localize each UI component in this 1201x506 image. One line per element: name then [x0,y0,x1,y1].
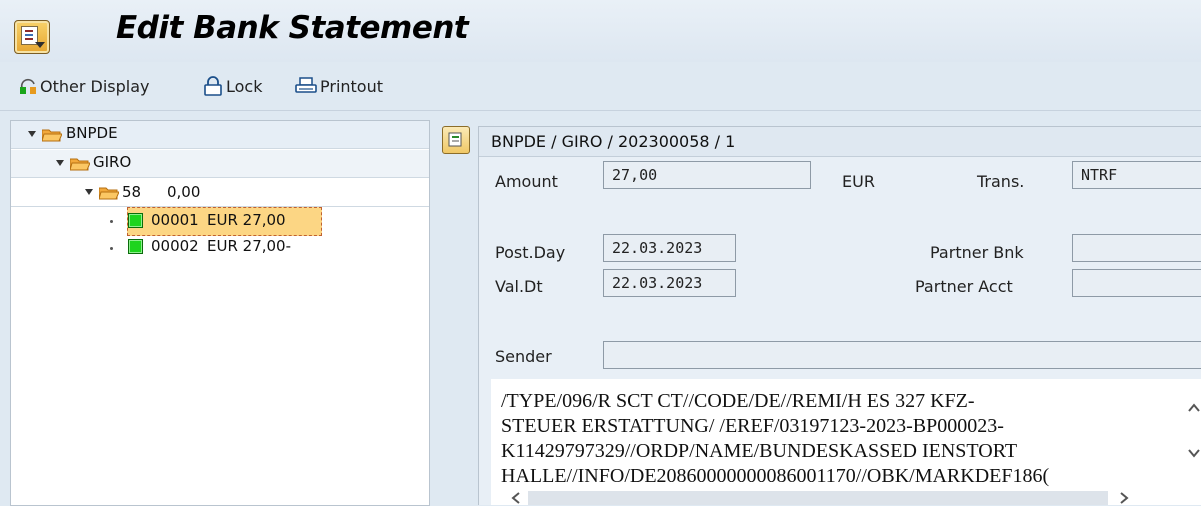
amount-field[interactable]: 27,00 [603,161,811,189]
toggle-tree-button[interactable] [442,126,470,154]
partner-bank-field[interactable] [1072,234,1201,262]
printer-icon [295,77,317,93]
valdt-field[interactable]: 22.03.2023 [603,269,736,297]
sender-label: Sender [495,347,552,366]
tree-item-id: 00001 [151,211,199,229]
folder-open-icon [70,158,90,171]
printout-label: Printout [320,76,384,96]
folder-open-icon [99,187,119,200]
status-green-icon [128,213,143,228]
sender-field[interactable] [603,341,1201,369]
tree-item-1[interactable]: 00001 EUR 27,00 [151,210,321,232]
note-text: /TYPE/096/R SCT CT//CODE/DE//REMI/H ES 3… [501,390,1050,487]
detail-header: BNPDE / GIRO / 202300058 / 1 [479,127,1201,157]
status-green-icon [128,239,143,254]
postday-field[interactable]: 22.03.2023 [603,234,736,262]
partner-bank-label: Partner Bnk [930,243,1024,262]
toolbar: Other Display Lock Printout [0,62,1201,111]
collapse-arrow-icon[interactable] [28,131,36,137]
statement-tree: BNPDE GIRO 58 0,00 00001 EUR 27,00 00002… [10,120,430,506]
lock-label: Lock [226,76,263,96]
collapse-arrow-icon[interactable] [85,189,93,195]
title-bar: Edit Bank Statement [0,0,1201,62]
partner-account-label: Partner Acct [915,277,1013,296]
scroll-left-icon[interactable] [509,491,523,505]
partner-account-field[interactable] [1072,269,1201,297]
tree-bank-label: BNPDE [66,124,118,142]
other-display-button[interactable]: Other Display [18,74,150,98]
tree-statement-number: 58 [122,183,142,201]
printout-button[interactable]: Printout [294,74,383,98]
switch-display-icon [20,78,36,94]
amount-label: Amount [495,172,558,191]
detail-header-text: BNPDE / GIRO / 202300058 / 1 [491,132,736,151]
folder-open-icon [42,129,62,142]
tree-account-label: GIRO [93,153,132,171]
detail-panel: BNPDE / GIRO / 202300058 / 1 Amount 27,0… [478,126,1201,505]
app-menu-icon[interactable] [14,20,50,54]
lock-button[interactable]: Lock [202,74,262,98]
currency-label: EUR [842,172,875,191]
trans-label: Trans. [977,172,1025,191]
tree-node-account[interactable]: GIRO [11,150,429,178]
tree-node-statement[interactable]: 58 0,00 [11,179,429,207]
scroll-up-icon[interactable] [1187,401,1201,415]
tree-node-bank[interactable]: BNPDE [11,121,429,149]
horizontal-scrollbar[interactable] [528,491,1108,505]
tree-statement-amount: 0,00 [167,183,201,201]
collapse-arrow-icon[interactable] [56,160,64,166]
valdt-label: Val.Dt [495,277,543,296]
tree-item-amount: EUR 27,00 [207,211,286,229]
page-title: Edit Bank Statement [116,10,469,46]
tree-item-2[interactable]: 00002 EUR 27,00- [151,236,331,258]
toggle-panel-icon [448,132,462,147]
note-to-payee-textarea[interactable]: /TYPE/096/R SCT CT//CODE/DE//REMI/H ES 3… [491,379,1201,505]
tree-bullet [110,247,113,250]
other-display-label: Other Display [40,76,150,96]
trans-field[interactable]: NTRF [1072,161,1201,189]
tree-item-amount: EUR 27,00- [207,237,292,255]
scroll-right-icon[interactable] [1117,491,1131,505]
tree-item-id: 00002 [151,237,199,255]
tree-bullet [110,220,113,223]
postday-label: Post.Day [495,243,566,262]
scroll-down-icon[interactable] [1187,446,1201,460]
lock-icon [204,76,222,96]
